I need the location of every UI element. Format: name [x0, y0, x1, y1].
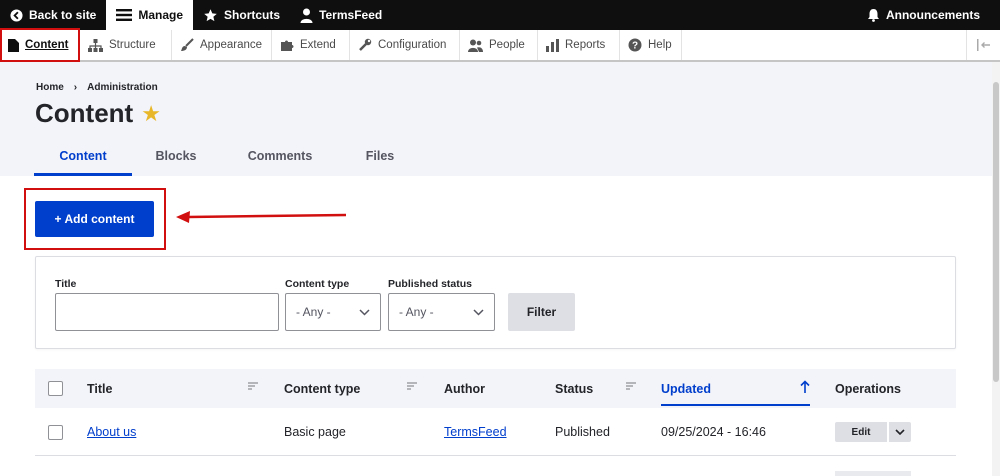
row-operations: Edit [835, 422, 911, 442]
filter-button[interactable]: Filter [508, 293, 575, 331]
user-tab[interactable]: TermsFeed [290, 0, 392, 30]
manage-label: Manage [138, 8, 184, 22]
page-scrollbar[interactable] [992, 62, 1000, 476]
column-header-author[interactable]: Author [444, 369, 485, 408]
row-title-link[interactable]: About us [87, 425, 136, 439]
row-content-type: Basic page [284, 425, 346, 439]
admin-toolbar: Back to site Manage Shortcuts TermsFeed … [0, 0, 1000, 30]
back-to-site-label: Back to site [29, 8, 97, 22]
page-header: Home › Administration Content ★ Content … [0, 62, 1000, 176]
scrollbar-thumb[interactable] [993, 82, 999, 382]
content-type-label: Content type [285, 278, 350, 290]
tray-item-label: Structure [109, 39, 156, 51]
sitemap-icon [88, 38, 103, 52]
menu-icon [116, 9, 133, 21]
svg-text:?: ? [632, 41, 638, 52]
published-status-value: - Any - [399, 305, 434, 319]
column-header-title[interactable]: Title [87, 369, 112, 408]
published-status-select[interactable]: - Any - [388, 293, 495, 331]
tray-item-label: Configuration [378, 39, 447, 51]
star-icon [204, 8, 217, 21]
row-updated: 09/25/2024 - 16:46 [661, 425, 766, 439]
column-header-status[interactable]: Status [555, 369, 593, 408]
sort-icon [407, 382, 417, 390]
tray-item-label: Help [648, 39, 672, 51]
announcements-label: Announcements [885, 8, 980, 22]
row-operations-partial [835, 471, 911, 476]
user-icon [300, 8, 313, 23]
table-row: About us Basic page TermsFeed Published … [35, 408, 956, 456]
column-header-operations: Operations [835, 381, 901, 396]
active-sort-indicator [661, 404, 810, 406]
tray-item-extend[interactable]: Extend [272, 30, 350, 60]
chevron-down-icon [895, 429, 905, 435]
tray-item-label: Appearance [200, 39, 263, 51]
filter-form: Title Content type - Any - Published sta… [35, 256, 956, 349]
table-row [35, 457, 956, 476]
tab-files[interactable]: Files [340, 142, 420, 176]
tray-item-configuration[interactable]: Configuration [350, 30, 460, 60]
wrench-icon [359, 38, 372, 51]
chevron-down-icon [359, 308, 370, 316]
collapse-icon [976, 39, 990, 51]
puzzle-icon [281, 40, 294, 51]
shortcuts-label: Shortcuts [224, 8, 281, 22]
tab-comments[interactable]: Comments [220, 142, 340, 176]
tray-item-structure[interactable]: Structure [80, 30, 172, 60]
people-icon [468, 39, 483, 52]
sort-ascending-icon [800, 380, 810, 393]
help-icon: ? [628, 38, 642, 52]
sort-icon [626, 382, 636, 390]
page-title: Content ★ [35, 98, 161, 129]
tray-item-label: Reports [565, 39, 606, 51]
title-filter-label: Title [55, 278, 77, 290]
tab-blocks[interactable]: Blocks [132, 142, 220, 176]
bar-chart-icon [546, 38, 559, 52]
brush-icon [181, 38, 194, 51]
tray-item-label: Extend [300, 39, 336, 51]
row-author-link[interactable]: TermsFeed [444, 425, 507, 439]
content-table-header: Title Content type Author Status Updated… [35, 369, 956, 408]
tray-item-label: People [489, 39, 525, 51]
breadcrumb-home[interactable]: Home [36, 82, 64, 93]
annotation-arrow-icon [176, 211, 347, 223]
admin-tray: Content Structure Appearance Extend Conf… [0, 30, 1000, 62]
tray-item-people[interactable]: People [460, 30, 538, 60]
manage-tab[interactable]: Manage [106, 0, 194, 30]
column-header-updated[interactable]: Updated [661, 369, 711, 408]
add-content-button[interactable]: + Add content [35, 201, 154, 237]
tray-collapse-toggle[interactable] [966, 30, 1000, 60]
tray-item-appearance[interactable]: Appearance [172, 30, 272, 60]
operations-dropdown-toggle[interactable] [889, 422, 911, 442]
column-header-content-type[interactable]: Content type [284, 369, 360, 408]
back-to-site-link[interactable]: Back to site [0, 0, 106, 30]
shortcuts-tab[interactable]: Shortcuts [193, 0, 290, 30]
title-filter-input[interactable] [55, 293, 279, 331]
page-title-text: Content [35, 98, 134, 128]
user-label: TermsFeed [319, 8, 383, 22]
select-all-checkbox[interactable] [48, 381, 63, 396]
breadcrumb-separator: › [73, 82, 78, 93]
row-select-checkbox[interactable] [48, 425, 63, 440]
breadcrumb: Home › Administration [36, 82, 158, 93]
row-status: Published [555, 425, 610, 439]
bell-icon [867, 9, 879, 22]
breadcrumb-administration[interactable]: Administration [87, 82, 158, 93]
primary-tabs: Content Blocks Comments Files [34, 142, 420, 176]
tray-item-reports[interactable]: Reports [538, 30, 620, 60]
announcements-tab[interactable]: Announcements [857, 0, 1000, 30]
chevron-down-icon [473, 308, 484, 316]
published-status-label: Published status [388, 278, 473, 290]
edit-button[interactable]: Edit [835, 422, 887, 442]
tab-content[interactable]: Content [34, 142, 132, 176]
content-type-value: - Any - [296, 305, 331, 319]
shortcut-star-icon[interactable]: ★ [141, 101, 161, 127]
tray-item-help[interactable]: ? Help [620, 30, 682, 60]
sort-icon [248, 382, 258, 390]
content-type-select[interactable]: - Any - [285, 293, 381, 331]
back-arrow-icon [10, 8, 23, 22]
highlight-box-content [0, 28, 80, 62]
